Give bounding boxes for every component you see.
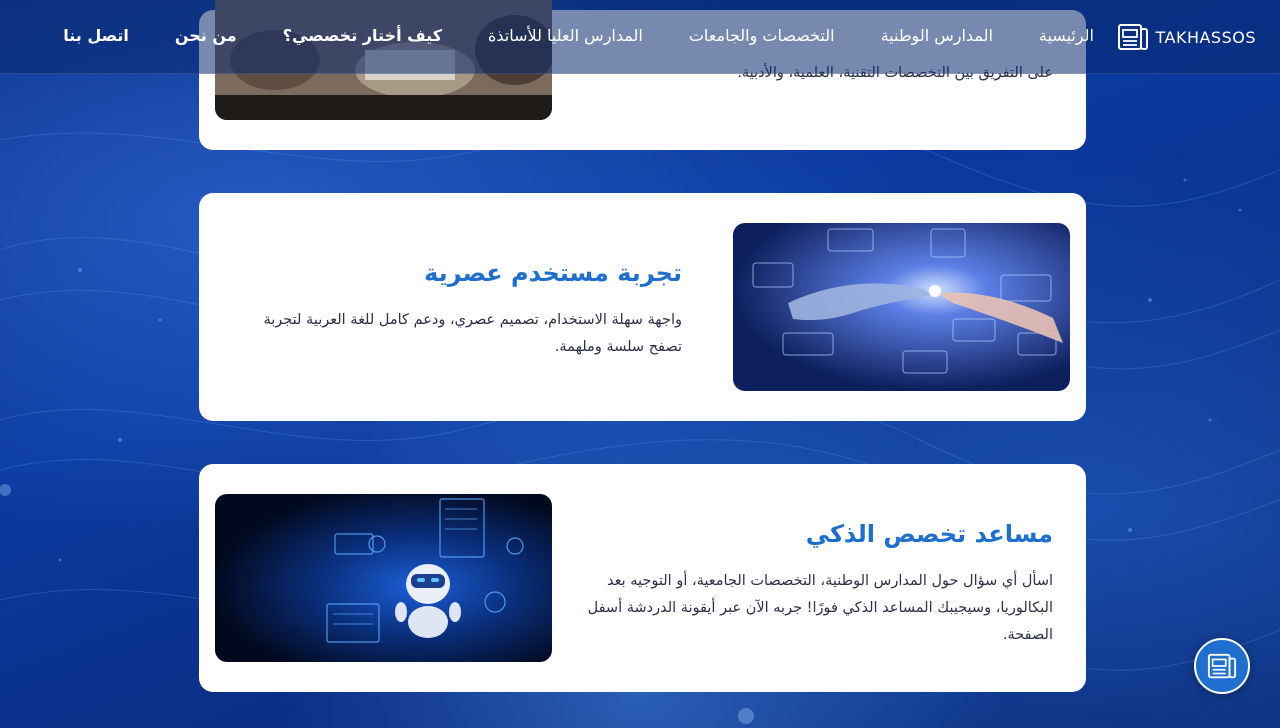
card-description: واجهة سهلة الاستخدام، تصميم عصري، ودعم ك… [263,312,682,355]
brand-name: TAKHASSOS [1155,27,1256,47]
nav-link-home[interactable]: الرئيسية [1039,26,1094,45]
card-title: تجربة مستخدم عصرية [424,259,682,287]
card-description: اسأل أي سؤال حول المدارس الوطنية، التخصص… [587,573,1053,643]
brand[interactable]: TAKHASSOS [1117,20,1256,54]
nav-link-contact[interactable]: اتصل بنا [63,26,129,45]
nav-link-majors-universities[interactable]: التخصصات والجامعات [689,26,835,45]
nav-link-about[interactable]: من نحن [175,26,237,45]
ai-hand-image [733,223,1070,391]
card-text: تجربة مستخدم عصرية واجهة سهلة الاستخدام،… [242,259,682,361]
newspaper-icon [1207,653,1237,679]
chat-button[interactable] [1194,638,1250,694]
robot-image [215,494,552,662]
card-text: مساعد تخصص الذكي اسأل أي سؤال حول المدار… [583,520,1053,649]
nav-links: الرئيسية المدارس الوطنية التخصصات والجام… [17,26,1094,45]
card-title: مساعد تخصص الذكي [805,520,1053,548]
nav-link-national-schools[interactable]: المدارس الوطنية [881,26,993,45]
nav-link-teacher-schools[interactable]: المدارس العليا للأساتذة [488,26,643,45]
feature-card-modern-ux: تجربة مستخدم عصرية واجهة سهلة الاستخدام،… [199,193,1086,421]
newspaper-icon [1118,24,1149,50]
nav-link-how-to-choose[interactable]: كيف أختار تخصصي؟ [283,26,442,45]
top-navbar: TAKHASSOS الرئيسية المدارس الوطنية التخص… [0,0,1280,74]
feature-card-ai-assistant: مساعد تخصص الذكي اسأل أي سؤال حول المدار… [199,464,1086,692]
